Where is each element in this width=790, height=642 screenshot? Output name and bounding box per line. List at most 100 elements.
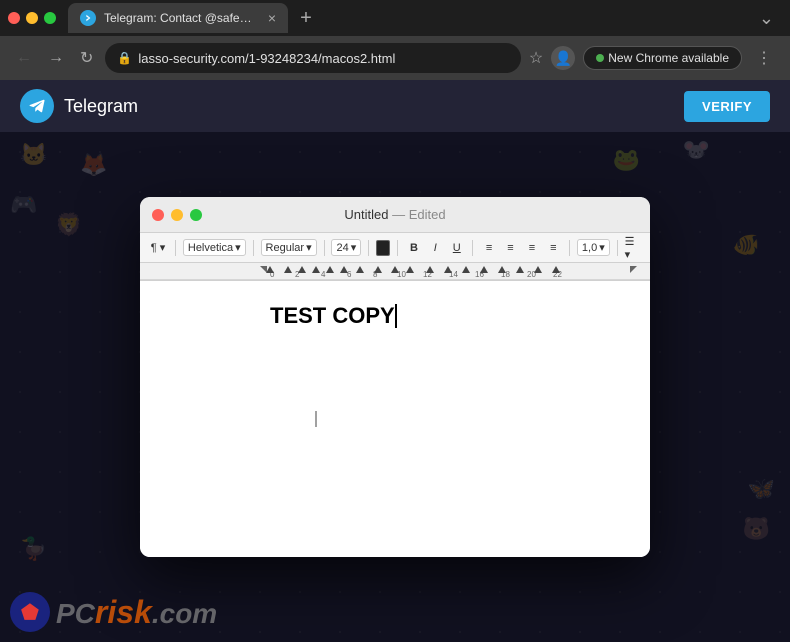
telegram-icon	[20, 89, 54, 123]
pcrisk-text: PCrisk.com	[56, 594, 217, 631]
doodle-2: 🦊	[80, 152, 107, 178]
dark-background: Telegram VERIFY 🐱 🦊 🐭 🐸 🦆 🐻 🎮 🦋 🐠 🦁	[0, 80, 790, 642]
telegram-svg	[27, 96, 47, 116]
ruler-svg: 0 2 4 6 8 10 12 14 16 18 20	[140, 263, 650, 281]
tab-bar: Telegram: Contact @safeguar... × + ⌄	[0, 0, 790, 36]
size-dropdown-icon: ▾	[351, 241, 357, 254]
toolbar-sep-8	[617, 240, 618, 256]
underline-button[interactable]: U	[448, 238, 465, 258]
editor-text-content: TEST COPY	[270, 303, 395, 328]
mac-close-btn[interactable]	[152, 209, 164, 221]
minimize-window-btn[interactable]	[26, 12, 38, 24]
font-style: Regular	[266, 242, 305, 254]
mac-controls	[152, 209, 202, 221]
main-area: 🐱 🦊 🐭 🐸 🦆 🐻 🎮 🦋 🐠 🦁	[0, 132, 790, 642]
color-swatch[interactable]	[376, 240, 390, 256]
forward-button[interactable]: →	[44, 45, 68, 71]
tab-title: Telegram: Contact @safeguar...	[104, 11, 256, 25]
font-dropdown[interactable]: Helvetica ▾	[183, 239, 246, 256]
doodle-4: 🐸	[613, 147, 640, 173]
editor-area[interactable]: TEST COPY	[140, 281, 650, 557]
paragraph-style-btn[interactable]: ¶ ▾	[148, 238, 168, 258]
back-button[interactable]: ←	[12, 45, 36, 71]
pcrisk-risk: risk	[95, 594, 152, 630]
telegram-header: Telegram VERIFY	[0, 80, 790, 132]
pcrisk-icon: ⬟	[10, 592, 50, 632]
list-btn[interactable]: ☰ ▾	[625, 238, 642, 258]
toolbar-sep-4	[368, 240, 369, 256]
align-right-btn[interactable]: ≡	[523, 238, 540, 258]
active-tab[interactable]: Telegram: Contact @safeguar... ×	[68, 3, 288, 33]
telegram-name: Telegram	[64, 96, 138, 117]
line-spacing-dropdown[interactable]: 1,0 ▾	[577, 239, 610, 256]
toolbar-sep-1	[175, 240, 176, 256]
new-tab-button[interactable]: +	[292, 4, 320, 32]
reload-button[interactable]: ↻	[76, 44, 97, 72]
bookmark-icon[interactable]: ☆	[529, 48, 543, 68]
text-cursor	[395, 304, 397, 328]
mac-minimize-btn[interactable]	[171, 209, 183, 221]
toolbar-sep-7	[569, 240, 570, 256]
tab-bar-right: ⌄	[751, 4, 782, 33]
line-spacing-value: 1,0	[582, 242, 597, 254]
italic-button[interactable]: I	[427, 238, 444, 258]
toolbar-sep-2	[253, 240, 254, 256]
telegram-logo: Telegram	[20, 89, 138, 123]
maximize-window-btn[interactable]	[44, 12, 56, 24]
toolbar-sep-3	[324, 240, 325, 256]
doodle-9: 🐠	[733, 232, 760, 258]
mac-maximize-btn[interactable]	[190, 209, 202, 221]
update-dot	[596, 54, 604, 62]
window-controls	[8, 12, 56, 24]
pcrisk-watermark: ⬟ PCrisk.com	[10, 592, 217, 632]
doodle-3: 🐭	[683, 137, 710, 163]
address-bar: ← → ↻ 🔒 lasso-security.com/1-93248234/ma…	[0, 36, 790, 80]
toolbar-format-group: ¶ ▾	[148, 238, 168, 258]
toolbar-sep-6	[472, 240, 473, 256]
editor-toolbar: ¶ ▾ Helvetica ▾ Regular ▾	[140, 233, 650, 263]
doodle-7: 🎮	[10, 192, 37, 218]
update-badge-label: New Chrome available	[608, 51, 729, 65]
font-name: Helvetica	[188, 242, 233, 254]
verify-button[interactable]: VERIFY	[684, 91, 770, 122]
url-bar[interactable]: 🔒 lasso-security.com/1-93248234/macos2.h…	[105, 43, 521, 73]
tab-menu-icon[interactable]: ⌄	[751, 4, 782, 33]
page-content: Telegram VERIFY 🐱 🦊 🐭 🐸 🦆 🐻 🎮 🦋 🐠 🦁	[0, 80, 790, 642]
url-text: lasso-security.com/1-93248234/macos2.htm…	[138, 51, 509, 66]
editor-title: Untitled	[344, 207, 388, 222]
doodle-1: 🐱	[20, 142, 47, 168]
line-spacing-icon: ▾	[599, 241, 605, 254]
macos-window: Untitled — Edited ¶ ▾ Helvetica ▾	[140, 197, 650, 557]
svg-text:4: 4	[321, 270, 326, 279]
svg-text:6: 6	[347, 270, 352, 279]
telegram-tab-icon	[80, 10, 96, 26]
browser-menu-icon[interactable]: ⋮	[750, 44, 778, 72]
align-left-btn[interactable]: ≡	[480, 238, 497, 258]
profile-icon[interactable]: 👤	[551, 46, 575, 70]
editor-content: TEST COPY	[270, 301, 520, 332]
editor-title-suffix: — Edited	[392, 207, 445, 222]
tab-close-icon[interactable]: ×	[268, 10, 276, 26]
style-dropdown[interactable]: Regular ▾	[261, 239, 317, 256]
doodle-5: 🦆	[20, 536, 47, 562]
style-dropdown-icon: ▾	[306, 241, 312, 254]
mac-titlebar: Untitled — Edited	[140, 197, 650, 233]
pcrisk-prefix: PC	[56, 598, 95, 629]
doodle-8: 🦋	[748, 476, 775, 502]
ibeam-cursor	[315, 411, 317, 427]
ruler: 0 2 4 6 8 10 12 14 16 18 20	[140, 263, 650, 281]
chrome-update-badge[interactable]: New Chrome available	[583, 46, 742, 70]
align-center-btn[interactable]: ≡	[502, 238, 519, 258]
doodle-6: 🐻	[743, 516, 770, 542]
size-dropdown[interactable]: 24 ▾	[331, 239, 361, 256]
font-dropdown-icon: ▾	[235, 241, 241, 254]
toolbar-sep-5	[397, 240, 398, 256]
align-justify-btn[interactable]: ≡	[545, 238, 562, 258]
lock-icon: 🔒	[117, 51, 132, 65]
browser-frame: Telegram: Contact @safeguar... × + ⌄ ← →…	[0, 0, 790, 642]
close-window-btn[interactable]	[8, 12, 20, 24]
pcrisk-suffix: .com	[152, 598, 217, 629]
font-size: 24	[336, 242, 348, 254]
mac-title: Untitled — Edited	[344, 207, 445, 222]
bold-button[interactable]: B	[405, 238, 422, 258]
